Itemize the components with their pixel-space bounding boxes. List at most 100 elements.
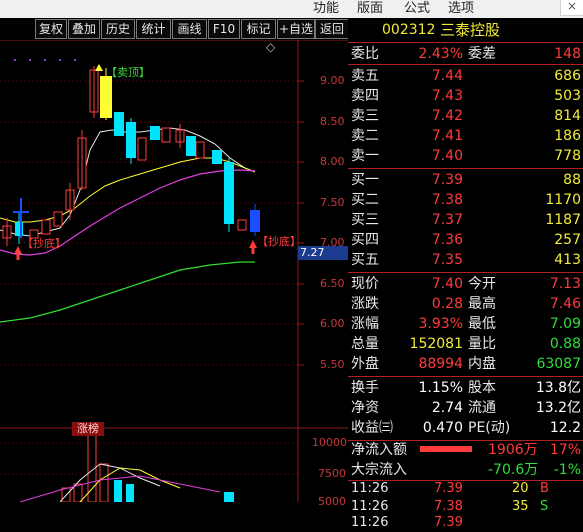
bid5-label: 买五 <box>351 252 379 268</box>
stat-low-label: 最低 <box>468 316 496 332</box>
stat-pe-label: PE(动) <box>468 420 511 436</box>
window-menubar: 功能 版面 公式 选项 × <box>0 0 583 18</box>
weicha-label: 委差 <box>468 46 496 62</box>
quote-panel: 002312 三泰控股 委比 2.43% 委差 148 卖五 7.44 686 卖四… <box>348 18 583 530</box>
current-price-marker: 7.27 <box>298 246 348 260</box>
bid1-vol: 88 <box>563 172 581 188</box>
tick1-vol: 20 <box>512 481 529 496</box>
chart-toolbar: 复权 叠加 历史 统计 画线 F10 标记 +自选 返回 <box>0 18 349 40</box>
ask1-vol: 778 <box>554 148 581 164</box>
ask2-vol: 186 <box>554 128 581 144</box>
btn-restore-rights[interactable]: 复权 <box>35 19 67 39</box>
flow-block-label: 大宗流入 <box>351 462 407 478</box>
stock-name: 三泰控股 <box>440 21 501 39</box>
price-label-650: 6.50 <box>320 277 345 290</box>
volume-label-10000: 10000 <box>312 436 347 449</box>
ask4-vol: 503 <box>554 88 581 104</box>
stat-price-label: 现价 <box>351 276 379 292</box>
ask3-price: 7.42 <box>431 108 463 124</box>
kline-chart[interactable]: 9.00 8.50 8.00 7.50 7.00 6.50 6.00 5.50 … <box>0 40 348 508</box>
ask4-label: 卖四 <box>351 88 379 104</box>
stat-high-value: 7.46 <box>549 296 581 312</box>
stat-float-label: 流通 <box>468 400 496 416</box>
stat-price-value: 7.40 <box>431 276 463 292</box>
btn-add-watchlist[interactable]: +自选 <box>277 19 315 39</box>
stat-netasset-value: 2.74 <box>431 400 463 416</box>
stat-pct-value: 3.93% <box>418 316 463 332</box>
stat-outer-value: 88994 <box>418 356 463 372</box>
btn-mark[interactable]: 标记 <box>241 19 276 39</box>
kline-svg <box>0 40 348 502</box>
signal-buy-bottom-left: 【抄底】 <box>22 237 66 250</box>
stat-shares-value: 13.8亿 <box>535 380 581 396</box>
btn-back[interactable]: 返回 <box>315 19 349 39</box>
price-label-850: 8.50 <box>320 115 345 128</box>
stat-inner-label: 内盘 <box>468 356 496 372</box>
volume-label-7500: 7500 <box>318 467 346 480</box>
flow-net-pct: 17% <box>549 442 581 458</box>
stat-volume-label: 总量 <box>351 336 379 352</box>
bid1-price: 7.39 <box>431 172 463 188</box>
ask5-label: 卖五 <box>351 68 379 84</box>
bid4-label: 买四 <box>351 232 379 248</box>
btn-overlay[interactable]: 叠加 <box>68 19 100 39</box>
diamond-icon[interactable]: ◇ <box>266 40 275 54</box>
stat-change-label: 涨跌 <box>351 296 379 312</box>
stock-code: 002312 <box>382 22 436 38</box>
price-label-550: 5.50 <box>320 358 345 371</box>
menu-options[interactable]: 选项 <box>448 0 474 16</box>
stat-turnover-value: 1.15% <box>418 380 463 396</box>
stat-shares-label: 股本 <box>468 380 496 396</box>
price-label-800: 8.00 <box>320 155 345 168</box>
ask2-label: 卖二 <box>351 128 379 144</box>
btn-statistics[interactable]: 统计 <box>136 19 171 39</box>
stat-volratio-value: 0.88 <box>549 336 581 352</box>
stat-eps-value: 0.470 <box>422 420 463 436</box>
weicha-value: 148 <box>554 46 581 62</box>
tick3-price: 7.39 <box>434 515 463 530</box>
candles <box>2 66 260 246</box>
sell-arrow-icon <box>95 64 103 71</box>
bid5-price: 7.35 <box>431 252 463 268</box>
ask5-price: 7.44 <box>431 68 463 84</box>
btn-history[interactable]: 历史 <box>101 19 135 39</box>
stat-float-value: 13.2亿 <box>535 400 581 416</box>
tick1-price: 7.39 <box>434 481 463 496</box>
stat-netasset-label: 净资 <box>351 400 379 416</box>
stat-high-label: 最高 <box>468 296 496 312</box>
bid5-vol: 413 <box>554 252 581 268</box>
limit-up-tag[interactable]: 涨榜 <box>72 422 104 436</box>
stat-open-value: 7.13 <box>549 276 581 292</box>
ma-yellow-line <box>0 157 256 223</box>
flow-net-value: 1906万 <box>488 442 538 458</box>
close-icon[interactable]: × <box>560 0 583 16</box>
weibi-label: 委比 <box>351 46 379 62</box>
price-label-900: 9.00 <box>320 74 345 87</box>
weibi-value: 2.43% <box>418 46 463 62</box>
stat-volratio-label: 量比 <box>468 336 496 352</box>
ma-green-line <box>0 261 255 323</box>
ask3-vol: 814 <box>554 108 581 124</box>
price-label-600: 6.00 <box>320 317 345 330</box>
stat-change-value: 0.28 <box>431 296 463 312</box>
stat-outer-label: 外盘 <box>351 356 379 372</box>
ask2-price: 7.41 <box>431 128 463 144</box>
ask1-label: 卖一 <box>351 148 379 164</box>
stat-inner-value: 63087 <box>536 356 581 372</box>
menu-function[interactable]: 功能 <box>313 0 339 16</box>
bid3-vol: 1187 <box>545 212 581 228</box>
bid4-price: 7.36 <box>431 232 463 248</box>
btn-draw-line[interactable]: 画线 <box>172 19 207 39</box>
stat-turnover-label: 换手 <box>351 380 379 396</box>
ask1-price: 7.40 <box>431 148 463 164</box>
ask4-price: 7.43 <box>431 88 463 104</box>
menu-layout[interactable]: 版面 <box>357 0 383 16</box>
btn-f10[interactable]: F10 <box>208 19 240 39</box>
stat-open-label: 今开 <box>468 276 496 292</box>
stat-pct-label: 涨幅 <box>351 316 379 332</box>
menu-formula[interactable]: 公式 <box>404 0 430 16</box>
ask3-label: 卖三 <box>351 108 379 124</box>
bid3-price: 7.37 <box>431 212 463 228</box>
bid2-label: 买二 <box>351 192 379 208</box>
ask5-vol: 686 <box>554 68 581 84</box>
